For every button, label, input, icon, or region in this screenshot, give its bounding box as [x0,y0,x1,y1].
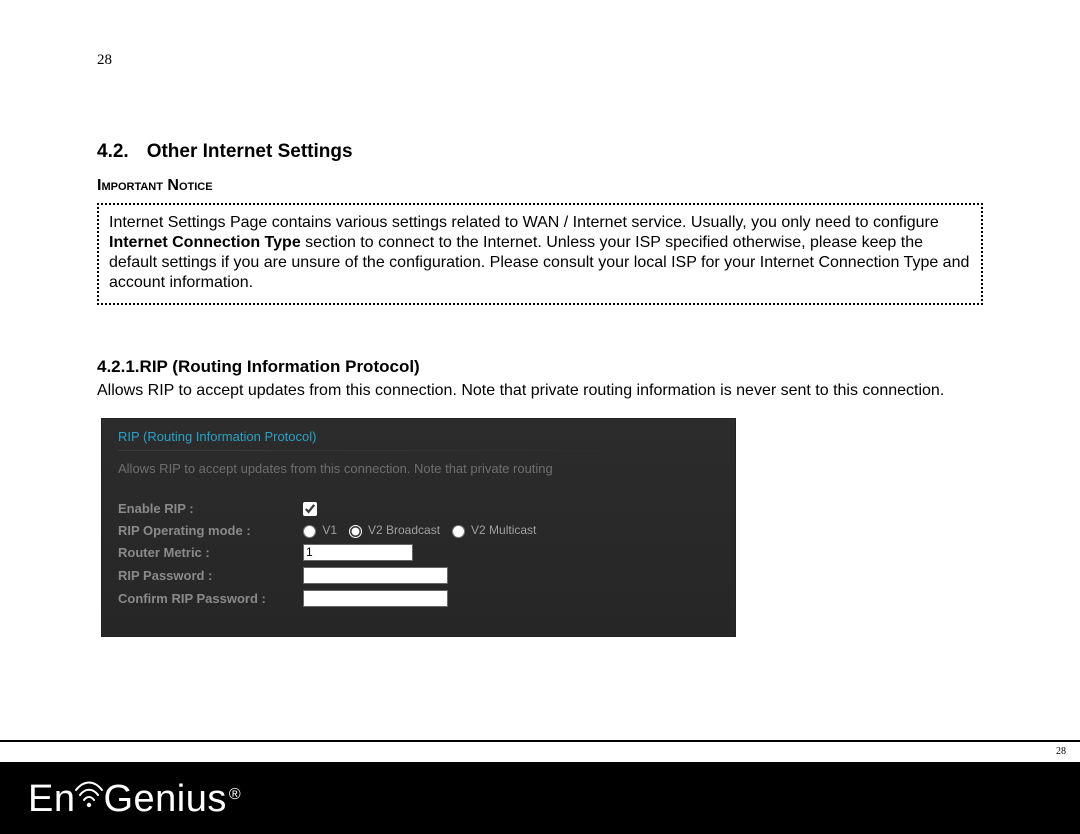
page-number-top: 28 [97,52,983,69]
section-heading: 4.2. Other Internet Settings [97,141,983,163]
radio-v1[interactable] [303,525,316,538]
radio-v2-broadcast[interactable] [349,525,362,538]
row-router-metric: Router Metric : [118,541,544,564]
label-rip-password: RIP Password : [118,564,303,587]
subsection-heading: 4.2.1.RIP (Routing Information Protocol) [97,357,983,377]
radio-v2m-label: V2 Multicast [471,523,536,537]
brand-registered: ® [229,786,241,804]
panel-desc: Allows RIP to accept updates from this c… [118,461,717,476]
subsection-body: Allows RIP to accept updates from this c… [97,381,983,402]
checkbox-enable-rip[interactable] [303,502,317,516]
notice-bold: Internet Connection Type [109,234,301,251]
page-footer: 28 En Genius ® [0,740,1080,834]
row-rip-password: RIP Password : [118,564,544,587]
panel-divider [118,450,717,451]
row-enable-rip: Enable RIP : [118,498,544,520]
rip-fields-table: Enable RIP : RIP Operating mode : V1 V2 … [118,498,544,610]
wifi-wave-icon [72,772,106,812]
subsection-number: 4.2.1. [97,357,140,376]
footer-page-number: 28 [0,742,1080,762]
rip-settings-panel: RIP (Routing Information Protocol) Allow… [101,418,736,637]
row-operating-mode: RIP Operating mode : V1 V2 Broadcast V2 … [118,519,544,540]
radio-v1-label: V1 [322,523,337,537]
row-confirm-rip-password: Confirm RIP Password : [118,587,544,610]
input-router-metric[interactable] [303,544,413,561]
notice-box: Internet Settings Page contains various … [97,203,983,305]
notice-label: Important Notice [97,177,983,195]
brand-logo: En Genius ® [28,778,239,818]
brand-en: En [28,780,75,818]
section-number: 4.2. [97,141,129,162]
panel-title: RIP (Routing Information Protocol) [118,429,717,444]
subsection-title: RIP (Routing Information Protocol) [140,357,420,376]
footer-brand-bar: En Genius ® [0,762,1080,834]
input-confirm-rip-password[interactable] [303,590,448,607]
radio-v2-multicast[interactable] [452,525,465,538]
radio-v2b-label: V2 Broadcast [368,523,440,537]
notice-text-before: Internet Settings Page contains various … [109,214,939,231]
brand-genius: Genius [103,780,226,818]
label-router-metric: Router Metric : [118,541,303,564]
input-rip-password[interactable] [303,567,448,584]
label-enable-rip: Enable RIP : [118,498,303,520]
section-title: Other Internet Settings [147,141,353,162]
label-confirm-rip-password: Confirm RIP Password : [118,587,303,610]
label-operating-mode: RIP Operating mode : [118,519,303,540]
